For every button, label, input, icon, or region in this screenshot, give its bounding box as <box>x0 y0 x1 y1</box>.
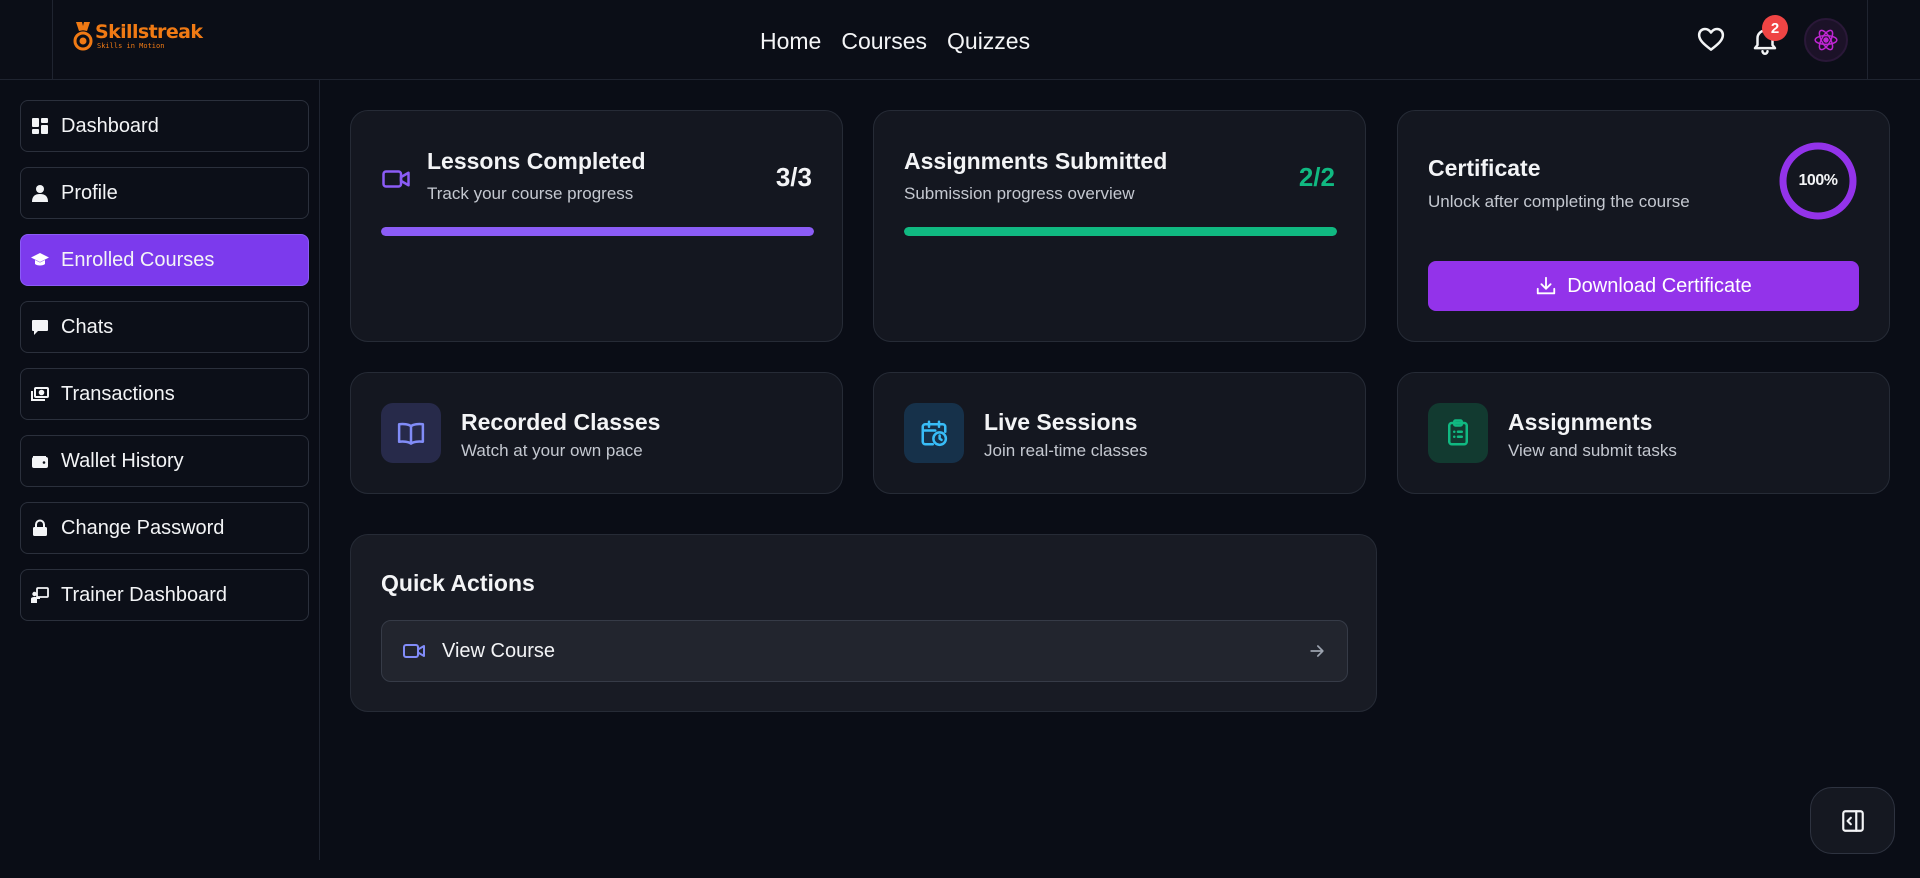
lessons-subtitle: Track your course progress <box>427 184 634 203</box>
dashboard-icon <box>32 118 48 134</box>
sidebar-item-label: Profile <box>61 181 118 204</box>
sidebar-item-label: Enrolled Courses <box>61 248 215 271</box>
arrow-right-icon <box>1310 645 1324 657</box>
chalkboard-icon <box>31 587 49 603</box>
logo-tagline: Skills in Motion <box>97 42 165 50</box>
graduation-cap-icon <box>31 253 49 266</box>
nav-home[interactable]: Home <box>760 26 821 56</box>
nav-quizzes[interactable]: Quizzes <box>947 26 1030 56</box>
assignments-progress-fill <box>904 227 1337 236</box>
recorded-classes-subtitle: Watch at your own pace <box>461 441 643 460</box>
certificate-card: Certificate Unlock after completing the … <box>1397 110 1890 342</box>
sidebar-item-label: Trainer Dashboard <box>61 583 228 606</box>
download-certificate-button[interactable]: Download Certificate <box>1428 261 1859 311</box>
assignments-submitted-card: Assignments Submitted Submission progres… <box>873 110 1366 342</box>
sidebar-item-label: Wallet History <box>61 449 184 472</box>
video-icon <box>382 170 410 188</box>
book-open-icon <box>381 403 441 463</box>
live-sessions-card[interactable]: Live Sessions Join real-time classes <box>873 372 1366 494</box>
lessons-progress-fill <box>381 227 814 236</box>
certificate-progress-ring: 100% <box>1778 141 1858 221</box>
clipboard-list-icon <box>1428 403 1488 463</box>
assignments-subtitle: Submission progress overview <box>904 184 1135 203</box>
lessons-title: Lessons Completed <box>427 148 646 174</box>
sidebar-item-transactions[interactable]: Transactions <box>20 368 309 420</box>
sidebar-item-label: Change Password <box>61 516 225 539</box>
lessons-completed-card: Lessons Completed Track your course prog… <box>350 110 843 342</box>
medal-logo-icon <box>73 22 93 51</box>
download-icon <box>1537 276 1556 295</box>
assignments-title: Assignments Submitted <box>904 148 1168 174</box>
sidebar-item-label: Dashboard <box>61 114 159 137</box>
sidebar-item-label: Transactions <box>61 382 175 405</box>
view-course-button[interactable]: View Course <box>381 620 1348 682</box>
logo[interactable]: Skillstreak Skills in Motion <box>73 21 203 52</box>
panel-collapse-icon <box>1841 809 1864 832</box>
user-avatar[interactable] <box>1804 18 1848 62</box>
top-header: Skillstreak Skills in Motion Home Course… <box>0 0 1920 80</box>
atom-icon <box>1814 29 1838 51</box>
live-sessions-title: Live Sessions <box>984 409 1138 435</box>
wishlist-heart-icon[interactable] <box>1696 24 1726 54</box>
nav-courses[interactable]: Courses <box>841 26 927 56</box>
video-icon <box>403 644 425 658</box>
quick-actions-card: Quick Actions View Course <box>350 534 1377 712</box>
assignments-feature-subtitle: View and submit tasks <box>1508 441 1677 460</box>
panel-toggle-button[interactable] <box>1810 787 1895 854</box>
assignments-progress-bar <box>904 227 1337 236</box>
main-nav: Home Courses Quizzes <box>760 26 1030 56</box>
logo-name: Skillstreak <box>95 21 203 43</box>
certificate-percent: 100% <box>1798 172 1838 189</box>
recorded-classes-card[interactable]: Recorded Classes Watch at your own pace <box>350 372 843 494</box>
assignments-value: 2/2 <box>1298 162 1335 192</box>
lock-icon <box>33 519 47 536</box>
download-certificate-label: Download Certificate <box>1567 274 1752 297</box>
calendar-clock-icon <box>904 403 964 463</box>
sidebar-item-change-password[interactable]: Change Password <box>20 502 309 554</box>
recorded-classes-title: Recorded Classes <box>461 409 661 435</box>
sidebar-item-chats[interactable]: Chats <box>20 301 309 353</box>
notification-badge: 2 <box>1762 15 1788 41</box>
sidebar-item-label: Chats <box>61 315 114 338</box>
lessons-value: 3/3 <box>775 162 812 192</box>
certificate-subtitle: Unlock after completing the course <box>1428 192 1690 211</box>
sidebar-item-profile[interactable]: Profile <box>20 167 309 219</box>
wallet-icon <box>32 456 48 468</box>
money-icon <box>31 387 49 401</box>
assignments-card[interactable]: Assignments View and submit tasks <box>1397 372 1890 494</box>
sidebar-item-wallet-history[interactable]: Wallet History <box>20 435 309 487</box>
sidebar-item-dashboard[interactable]: Dashboard <box>20 100 309 152</box>
sidebar-item-trainer-dashboard[interactable]: Trainer Dashboard <box>20 569 309 621</box>
user-icon <box>32 185 48 202</box>
assignments-feature-title: Assignments <box>1508 409 1653 435</box>
chat-icon <box>32 320 48 335</box>
live-sessions-subtitle: Join real-time classes <box>984 441 1148 460</box>
lessons-progress-bar <box>381 227 814 236</box>
sidebar: Dashboard Profile Enrolled Courses Chats… <box>0 80 320 860</box>
certificate-title: Certificate <box>1428 155 1541 181</box>
sidebar-item-enrolled-courses[interactable]: Enrolled Courses <box>20 234 309 286</box>
quick-actions-title: Quick Actions <box>381 570 535 596</box>
view-course-label: View Course <box>442 639 556 662</box>
